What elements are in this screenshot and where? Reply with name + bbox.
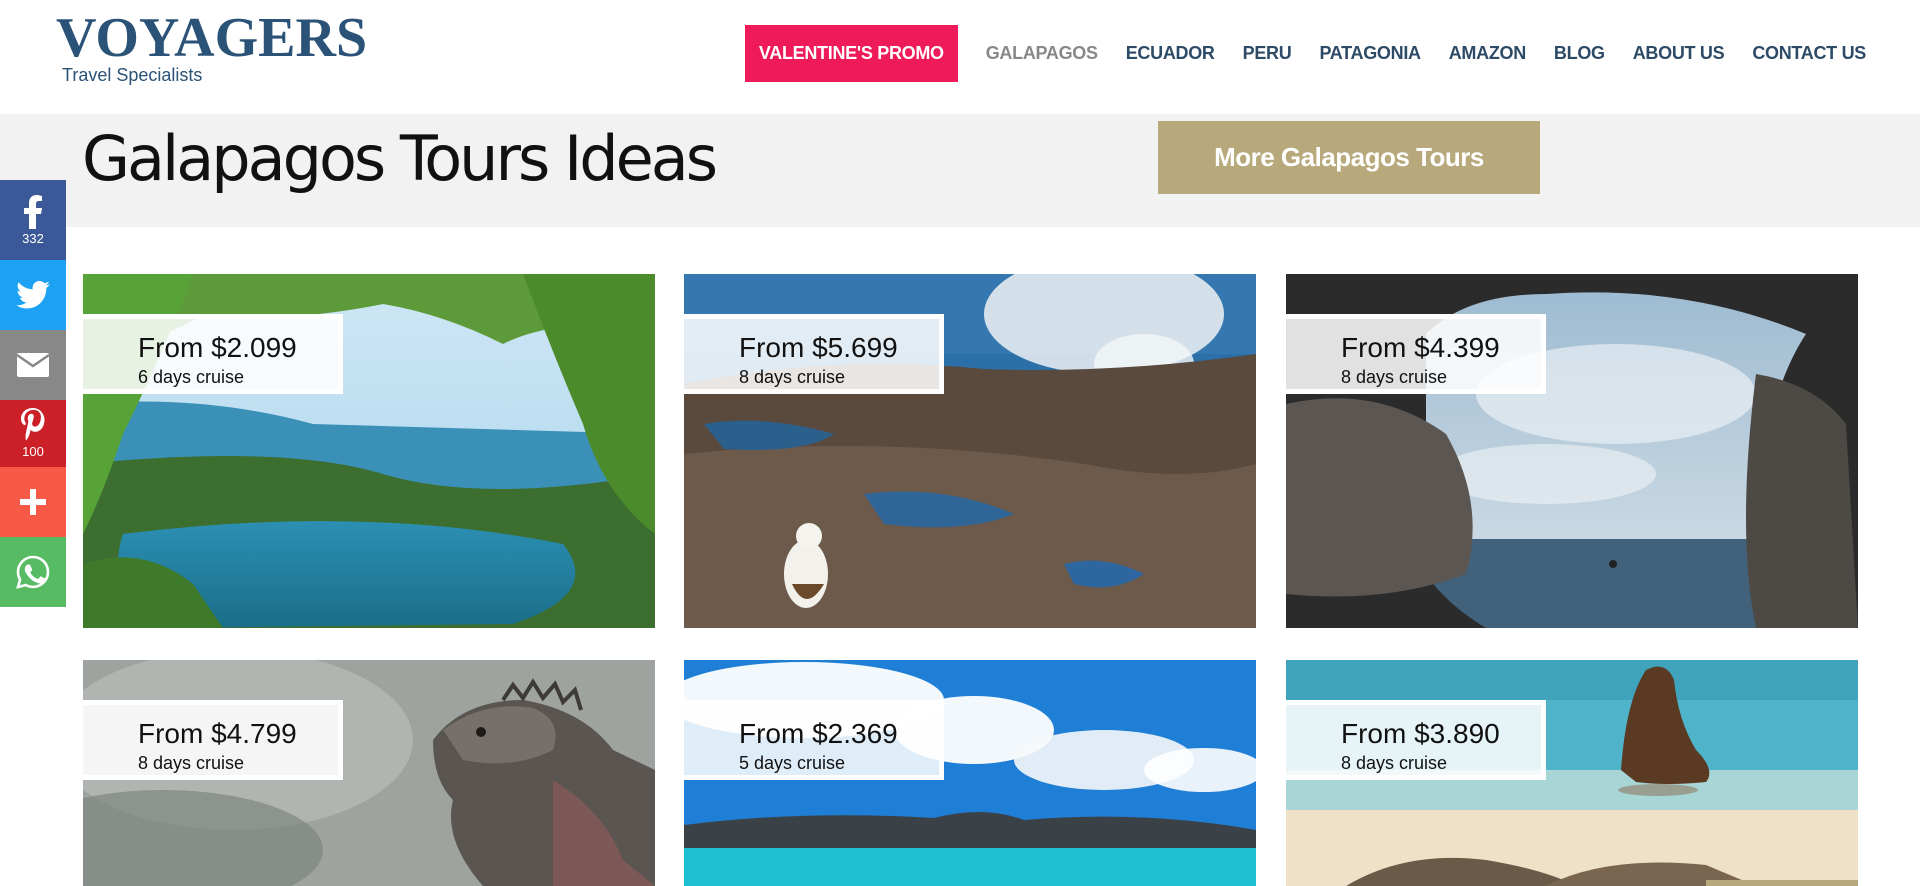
nav-galapagos[interactable]: GALAPAGOS	[986, 43, 1098, 64]
tour-card[interactable]: From $5.699 8 days cruise	[684, 274, 1256, 628]
email-icon	[16, 353, 50, 377]
title-banner: Galapagos Tours Ideas More Galapagos Tou…	[0, 114, 1920, 227]
tour-duration: 5 days cruise	[739, 753, 846, 773]
tour-duration: 8 days cruise	[138, 753, 245, 773]
nav-amazon[interactable]: AMAZON	[1449, 43, 1526, 64]
pinterest-share-button[interactable]: 100	[0, 400, 66, 467]
nav-valentines-promo[interactable]: VALENTINE'S PROMO	[744, 24, 958, 82]
tour-card[interactable]: From $2.099 6 days cruise	[83, 274, 655, 628]
main-nav: VALENTINE'S PROMO GALAPAGOS ECUADOR PERU…	[744, 24, 1880, 82]
nav-contact-us[interactable]: CONTACT US	[1752, 43, 1866, 64]
nav-blog[interactable]: BLOG	[1554, 43, 1605, 64]
nav-patagonia[interactable]: PATAGONIA	[1319, 43, 1421, 64]
more-share-button[interactable]	[0, 467, 66, 537]
email-share-button[interactable]	[0, 330, 66, 400]
tour-card[interactable]: From $2.369 5 days cruise	[684, 660, 1256, 886]
plus-icon	[20, 489, 46, 515]
tour-price: From $5.699	[739, 332, 898, 363]
tour-duration: 8 days cruise	[1341, 753, 1448, 773]
tour-duration: 6 days cruise	[138, 367, 245, 387]
tour-duration: 8 days cruise	[1341, 367, 1448, 387]
tour-duration: 8 days cruise	[739, 367, 846, 387]
logo-tagline: Travel Specialists	[62, 65, 203, 85]
tour-card[interactable]: From $4.799 8 days cruise	[83, 660, 655, 886]
whatsapp-share-button[interactable]	[0, 537, 66, 607]
facebook-share-button[interactable]: 332	[0, 180, 66, 260]
tour-card[interactable]: From $4.399 8 days cruise	[1286, 274, 1858, 628]
social-share-bar: 332 100	[0, 180, 66, 607]
tour-price: From $2.099	[138, 332, 297, 363]
whatsapp-icon	[16, 555, 50, 589]
tour-card[interactable]: From $3.890 8 days cruise	[1286, 660, 1858, 886]
tour-price: From $4.399	[1341, 332, 1500, 363]
site-header: VOYAGERS Travel Specialists VALENTINE'S …	[0, 0, 1920, 114]
twitter-icon	[16, 281, 50, 309]
page-title: Galapagos Tours Ideas	[82, 122, 718, 195]
tour-price: From $3.890	[1341, 718, 1500, 749]
facebook-share-count: 332	[22, 230, 44, 246]
tour-price: From $4.799	[138, 718, 297, 749]
more-galapagos-tours-button[interactable]: More Galapagos Tours	[1158, 121, 1540, 194]
pinterest-share-count: 100	[22, 444, 44, 459]
facebook-icon	[24, 194, 42, 229]
pinterest-icon	[21, 408, 45, 441]
nav-about-us[interactable]: ABOUT US	[1633, 43, 1725, 64]
logo-wordmark: VOYAGERS	[56, 7, 368, 69]
nav-peru[interactable]: PERU	[1243, 43, 1292, 64]
twitter-share-button[interactable]	[0, 260, 66, 330]
logo[interactable]: VOYAGERS Travel Specialists	[56, 10, 367, 90]
tour-price: From $2.369	[739, 718, 898, 749]
nav-ecuador[interactable]: ECUADOR	[1126, 43, 1215, 64]
